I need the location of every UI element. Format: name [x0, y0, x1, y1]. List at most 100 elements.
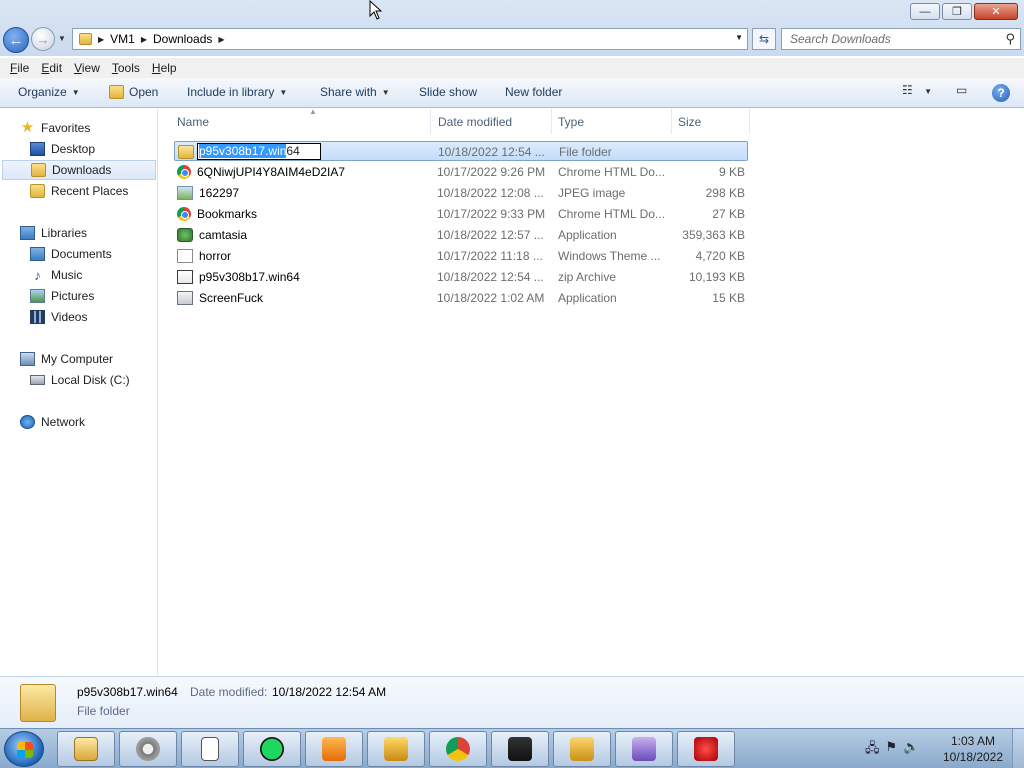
file-date: 10/18/2022 12:54 ... — [438, 145, 545, 159]
desktop-icon — [30, 142, 45, 156]
computer-icon — [20, 352, 35, 366]
start-button[interactable] — [4, 731, 44, 767]
change-view-button[interactable]: ☷ ▼ — [902, 83, 932, 97]
help-icon[interactable]: ? — [992, 84, 1010, 102]
file-name: 6QNiwjUPI4Y8AIM4eD2IA7 — [197, 165, 346, 179]
camtasia-icon — [177, 228, 193, 242]
address-bar[interactable]: ▶ VM1 ▶ Downloads ▶ ▼ — [72, 28, 748, 50]
rename-input[interactable]: p95v308b17.win64 — [197, 143, 321, 160]
column-header-size[interactable]: Size — [672, 109, 750, 134]
minimize-button[interactable]: — — [910, 3, 940, 20]
chevron-down-icon: ▼ — [381, 87, 390, 97]
details-pane: p95v308b17.win64 Date modified: 10/18/20… — [0, 676, 1024, 728]
nav-recent-places[interactable]: Recent Places — [30, 181, 128, 201]
search-icon[interactable]: ⚲ — [1005, 31, 1015, 47]
action-center-flag-icon[interactable]: ⚑ — [886, 739, 898, 761]
preview-pane-button[interactable]: ▭ — [956, 83, 967, 97]
taskbar-hearts[interactable] — [677, 731, 735, 767]
breadcrumb-separator-icon[interactable]: ▶ — [218, 35, 224, 44]
nav-my-computer[interactable]: My Computer — [20, 349, 113, 369]
share-with-button[interactable]: Share with ▼ — [320, 85, 390, 99]
nav-recent-places-label: Recent Places — [51, 184, 129, 198]
column-header-date[interactable]: Date modified — [432, 109, 552, 134]
menu-edit[interactable]: Edit — [35, 61, 68, 75]
breadcrumb-downloads[interactable]: Downloads — [153, 32, 212, 46]
back-button[interactable]: ← — [3, 27, 29, 53]
clock[interactable]: 1:03 AM 10/18/2022 — [940, 733, 1006, 765]
recent-pages-dropdown[interactable]: ▼ — [58, 34, 66, 43]
file-row[interactable]: 162297 10/18/2022 12:08 ... JPEG image 2… — [174, 183, 748, 203]
explorer-icon — [74, 737, 98, 761]
taskbar-solitaire[interactable] — [181, 731, 239, 767]
file-type: Windows Theme ... — [558, 249, 661, 263]
taskbar-media-player[interactable] — [305, 731, 363, 767]
organize-button[interactable]: Organize ▼ — [18, 85, 80, 99]
window-controls: — ❐ ✕ — [910, 3, 1018, 20]
details-name: p95v308b17.win64 — [77, 685, 178, 699]
column-header-type[interactable]: Type — [552, 109, 672, 134]
taskbar-settings[interactable] — [119, 731, 177, 767]
nav-libraries[interactable]: Libraries — [20, 223, 87, 243]
file-date: 10/18/2022 12:54 ... — [437, 270, 544, 284]
menu-tools[interactable]: Tools — [106, 61, 146, 75]
file-row[interactable]: p95v308b17.win64 10/18/2022 12:54 ... zi… — [174, 267, 748, 287]
file-row[interactable]: camtasia 10/18/2022 12:57 ... Applicatio… — [174, 225, 748, 245]
file-row[interactable]: p95v308b17.win64 10/18/2022 12:54 ... Fi… — [174, 141, 748, 161]
nav-downloads[interactable]: Downloads — [2, 160, 156, 180]
open-button[interactable]: Open — [109, 85, 158, 99]
volume-icon[interactable]: 🔈 — [903, 739, 919, 761]
nav-favorites[interactable]: ★ Favorites — [20, 118, 91, 138]
system-tray: 🖧 ⚑ 🔈 — [865, 739, 919, 761]
folder-icon — [20, 684, 56, 722]
taskbar-dice-game[interactable] — [491, 731, 549, 767]
menu-help[interactable]: Help — [146, 61, 183, 75]
column-header-name[interactable]: Name ▲ — [171, 107, 431, 134]
menu-view[interactable]: View — [68, 61, 106, 75]
nav-documents[interactable]: Documents — [30, 244, 112, 264]
mouse-cursor-icon — [369, 0, 383, 20]
nav-music[interactable]: ♪ Music — [30, 265, 82, 285]
close-button[interactable]: ✕ — [974, 3, 1018, 20]
taskbar-spotify[interactable] — [243, 731, 301, 767]
taskbar-chrome[interactable] — [429, 731, 487, 767]
nav-my-computer-label: My Computer — [41, 352, 114, 366]
file-row[interactable]: 6QNiwjUPI4Y8AIM4eD2IA7 10/17/2022 9:26 P… — [174, 162, 748, 182]
file-row[interactable]: horror 10/17/2022 11:18 ... Windows Them… — [174, 246, 748, 266]
file-row[interactable]: ScreenFuck 10/18/2022 1:02 AM Applicatio… — [174, 288, 748, 308]
include-in-library-button[interactable]: Include in library ▼ — [187, 85, 287, 99]
taskbar-spider-solitaire[interactable] — [615, 731, 673, 767]
breadcrumb-separator-icon[interactable]: ▶ — [141, 35, 147, 44]
file-row[interactable]: Bookmarks 10/17/2022 9:33 PM Chrome HTML… — [174, 204, 748, 224]
search-input[interactable] — [782, 29, 992, 49]
nav-desktop[interactable]: Desktop — [30, 139, 95, 159]
solitaire-icon — [201, 737, 219, 761]
file-size: 27 KB — [712, 207, 745, 221]
taskbar-explorer[interactable] — [57, 731, 115, 767]
refresh-button[interactable]: ⇆ — [752, 28, 776, 50]
nav-pictures[interactable]: Pictures — [30, 286, 94, 306]
maximize-button[interactable]: ❐ — [942, 3, 972, 20]
dice-game-icon — [508, 737, 532, 761]
slide-show-button[interactable]: Slide show — [419, 85, 477, 99]
show-desktop-button[interactable] — [1012, 729, 1024, 768]
file-name: ScreenFuck — [199, 291, 264, 305]
chess-king-icon — [384, 737, 408, 761]
search-box: ⚲ — [781, 28, 1021, 50]
share-with-label: Share with — [320, 85, 377, 99]
new-folder-button[interactable]: New folder — [505, 85, 562, 99]
breadcrumb-separator-icon[interactable]: ▶ — [98, 35, 104, 44]
nav-network[interactable]: Network — [20, 412, 85, 432]
network-tray-icon[interactable]: 🖧 — [865, 739, 880, 761]
taskbar-spades[interactable] — [553, 731, 611, 767]
file-list: Name ▲ Date modified Type Size p95v308b1… — [159, 107, 1024, 675]
chrome-icon — [177, 207, 191, 221]
menu-file[interactable]: File — [4, 61, 35, 75]
breadcrumb-vm1[interactable]: VM1 — [110, 32, 135, 46]
settings-gear-icon — [136, 737, 160, 761]
taskbar-chess[interactable] — [367, 731, 425, 767]
forward-button[interactable]: → — [31, 27, 55, 51]
nav-videos[interactable]: Videos — [30, 307, 87, 327]
address-dropdown-icon[interactable]: ▼ — [735, 33, 743, 42]
nav-local-disk[interactable]: Local Disk (C:) — [30, 370, 130, 390]
clock-date: 10/18/2022 — [942, 750, 1004, 764]
